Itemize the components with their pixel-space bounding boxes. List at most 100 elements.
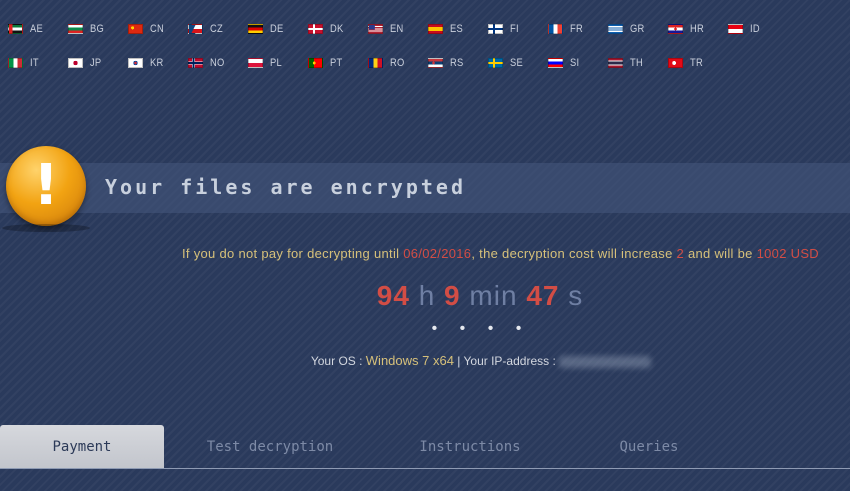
deadline-date: 06/02/2016 (403, 246, 472, 261)
lang-es[interactable]: ES (428, 19, 465, 39)
language-row-1: AE BG CN CZ DE DK EN ES FI FR GR HR ID (0, 19, 850, 39)
page-title: Your files are encrypted (105, 175, 466, 199)
timer-minutes-unit: min (469, 280, 518, 311)
timer-hours-unit: h (418, 280, 436, 311)
lang-code: IT (30, 57, 39, 69)
lang-code: BG (90, 23, 105, 35)
lang-code: RO (390, 57, 405, 69)
tr-flag-icon (668, 58, 683, 68)
lang-cn[interactable]: CN (128, 19, 167, 39)
lang-code: NO (210, 57, 225, 69)
lang-bg[interactable]: BG (68, 19, 107, 39)
tab-bar: Payment Test decryption Instructions Que… (0, 425, 850, 469)
progress-dots: • • • • (431, 320, 531, 337)
os-label: Your OS : (310, 354, 366, 368)
lang-dk[interactable]: DK (308, 19, 346, 39)
lang-si[interactable]: SI (548, 53, 581, 73)
lang-id[interactable]: ID (728, 19, 762, 39)
os-value: Windows 7 x64 (365, 353, 454, 368)
lang-code: TR (690, 57, 703, 69)
lang-rs[interactable]: RS (428, 53, 466, 73)
lang-fi[interactable]: FI (488, 19, 520, 39)
tab-queries[interactable]: Queries (590, 425, 708, 469)
cz-flag-icon (188, 24, 203, 34)
lang-code: HR (690, 23, 705, 35)
fr-flag-icon (548, 24, 563, 34)
jp-flag-icon (68, 58, 83, 68)
lang-code: DE (270, 23, 284, 35)
lang-fr[interactable]: FR (548, 19, 585, 39)
si-flag-icon (548, 58, 563, 68)
lang-code: EN (390, 23, 404, 35)
lang-ae[interactable]: AE (8, 19, 45, 39)
lang-hr[interactable]: HR (668, 19, 707, 39)
de-flag-icon (248, 24, 263, 34)
pt-flag-icon (308, 58, 323, 68)
lang-code: FI (510, 23, 519, 35)
lang-code: JP (90, 57, 102, 69)
lang-de[interactable]: DE (248, 19, 286, 39)
lang-code: TH (630, 57, 643, 69)
ip-label: | Your IP-address : (453, 354, 560, 368)
tab-test-decryption[interactable]: Test decryption (190, 425, 350, 469)
lang-th[interactable]: TH (608, 53, 645, 73)
lang-code: DK (330, 23, 344, 35)
lang-kr[interactable]: KR (128, 53, 166, 73)
lang-code: SI (570, 57, 580, 69)
deadline-middle: , the decryption cost will increase (471, 246, 677, 261)
fi-flag-icon (488, 24, 503, 34)
kr-flag-icon (128, 58, 143, 68)
ro-flag-icon (368, 58, 383, 68)
no-flag-icon (188, 58, 203, 68)
id-flag-icon (728, 24, 743, 34)
lang-code: SE (510, 57, 523, 69)
lang-code: AE (30, 23, 43, 35)
timer-hours: 94 (376, 280, 410, 311)
exclamation-mark: ! (33, 153, 59, 218)
bg-flag-icon (68, 24, 83, 34)
th-flag-icon (608, 58, 623, 68)
timer-minutes: 9 (444, 280, 461, 311)
system-info: Your OS : Windows 7 x64 | Your IP-addres… (0, 353, 850, 368)
tab-payment[interactable]: Payment (0, 425, 164, 469)
lang-pl[interactable]: PL (248, 53, 284, 73)
it-flag-icon (8, 58, 23, 68)
lang-code: PL (270, 57, 282, 69)
us-flag-icon (368, 24, 383, 34)
dk-flag-icon (308, 24, 323, 34)
rs-flag-icon (428, 58, 443, 68)
lang-code: ID (750, 23, 760, 35)
timer-seconds-unit: s (568, 280, 584, 311)
lang-cz[interactable]: CZ (188, 19, 225, 39)
lang-jp[interactable]: JP (68, 53, 103, 73)
lang-code: GR (630, 23, 645, 35)
lang-code: KR (150, 57, 164, 69)
tab-divider (0, 468, 850, 469)
lang-gr[interactable]: GR (608, 19, 647, 39)
lang-pt[interactable]: PT (308, 53, 345, 73)
lang-code: FR (570, 23, 583, 35)
lang-en[interactable]: EN (368, 19, 406, 39)
deadline-message: If you do not pay for decrypting until 0… (0, 246, 850, 261)
lang-ro[interactable]: RO (368, 53, 407, 73)
lang-tr[interactable]: TR (668, 53, 705, 73)
tab-instructions[interactable]: Instructions (400, 425, 540, 469)
lang-it[interactable]: IT (8, 53, 40, 73)
language-row-2: IT JP KR NO PL PT RO RS SE SI TH TR (0, 53, 850, 73)
se-flag-icon (488, 58, 503, 68)
lang-code: CN (150, 23, 165, 35)
deadline-amount: 1002 USD (756, 246, 819, 261)
lang-no[interactable]: NO (188, 53, 227, 73)
lang-se[interactable]: SE (488, 53, 525, 73)
ip-address-redacted (559, 355, 652, 368)
lang-code: CZ (210, 23, 223, 35)
pl-flag-icon (248, 58, 263, 68)
deadline-suffix: and will be (684, 246, 757, 261)
cn-flag-icon (128, 24, 143, 34)
gr-flag-icon (608, 24, 623, 34)
countdown-timer: 94 h 9 min 47 s (0, 280, 850, 312)
deadline-prefix: If you do not pay for decrypting until (181, 246, 404, 261)
hr-flag-icon (668, 24, 683, 34)
ae-flag-icon (8, 24, 23, 34)
timer-seconds: 47 (526, 280, 560, 311)
